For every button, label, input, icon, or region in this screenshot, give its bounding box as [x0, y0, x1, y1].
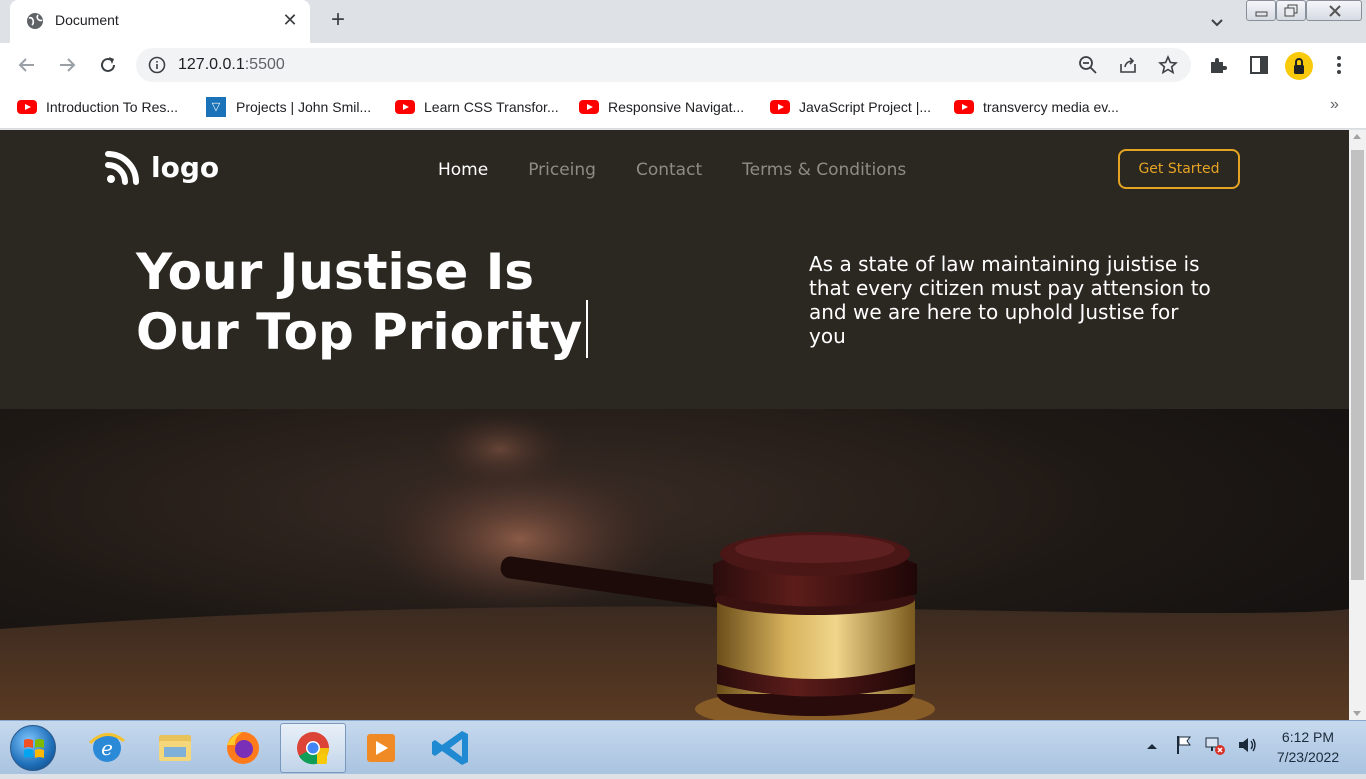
globe-icon [27, 13, 43, 29]
profile-avatar[interactable] [1285, 52, 1313, 80]
file-explorer-icon [159, 735, 191, 761]
vercel-icon: ▽ [206, 97, 226, 117]
nav-home[interactable]: Home [438, 160, 488, 180]
bookmark-label: Projects | John Smil... [236, 99, 372, 115]
bookmark-label: Responsive Navigat... [608, 99, 745, 115]
bookmark-item[interactable]: Responsive Navigat... [579, 97, 744, 117]
bookmark-label: Learn CSS Transfor... [424, 99, 559, 115]
nav-terms[interactable]: Terms & Conditions [742, 160, 906, 180]
close-tab-icon[interactable]: ✕ [280, 10, 300, 30]
bookmark-item[interactable]: Learn CSS Transfor... [395, 97, 559, 117]
taskbar-app[interactable] [348, 723, 414, 773]
hero-gavel-image [0, 409, 1349, 720]
reload-icon[interactable] [97, 54, 119, 76]
nav-pricing[interactable]: Priceing [528, 160, 596, 180]
text-caret [586, 300, 588, 358]
svg-text:e: e [101, 736, 113, 760]
network-icon[interactable] [1204, 734, 1226, 756]
back-arrow-icon[interactable] [16, 54, 38, 76]
vscode-icon [432, 731, 468, 765]
window-restore-button[interactable] [1276, 0, 1306, 21]
forward-arrow-icon[interactable] [56, 54, 78, 76]
bookmark-item[interactable]: transvercy media ev... [954, 97, 1119, 117]
browser-tab[interactable]: Document ✕ [10, 0, 310, 43]
clock-time: 6:12 PM [1281, 729, 1335, 745]
site-logo[interactable]: logo [105, 148, 219, 186]
firefox-icon [227, 732, 259, 764]
main-nav: Home Priceing Contact Terms & Conditions [438, 160, 946, 180]
zoom-icon[interactable] [1078, 55, 1098, 75]
logo-rss-icon [105, 151, 139, 185]
hero-title-line1: Your Justise Is [136, 243, 535, 301]
nav-contact[interactable]: Contact [636, 160, 702, 180]
hero-title: Your Justise Is Our Top Priority [136, 242, 656, 362]
logo-text: logo [151, 150, 220, 184]
youtube-icon [579, 100, 599, 114]
taskbar-app[interactable] [210, 723, 276, 773]
extensions-puzzle-icon[interactable] [1207, 54, 1229, 76]
scroll-thumb[interactable] [1351, 150, 1364, 580]
new-tab-button[interactable]: + [326, 8, 350, 33]
side-panel-icon[interactable] [1248, 54, 1270, 76]
taskbar-app-active[interactable] [280, 723, 346, 773]
bookmarks-overflow-button[interactable]: » [1330, 96, 1339, 114]
youtube-icon [954, 100, 974, 114]
site-header: logo Home Priceing Contact Terms & Condi… [0, 130, 1349, 410]
windows-logo-icon [24, 739, 44, 758]
tab-title: Document [55, 12, 119, 28]
tab-search-chevron-icon[interactable] [1207, 12, 1227, 32]
bookmark-star-icon[interactable] [1158, 55, 1178, 75]
profile-lock-icon [1294, 58, 1304, 74]
bookmark-item[interactable]: ▽ Projects | John Smil... [206, 97, 371, 117]
page-scrollbar[interactable] [1349, 130, 1366, 720]
clock-date: 7/23/2022 [1276, 749, 1340, 765]
browser-tab-strip: Document ✕ + [0, 0, 1366, 43]
bookmark-item[interactable]: Introduction To Res... [17, 97, 178, 117]
hero-description: As a state of law maintaining juistise i… [809, 252, 1211, 348]
youtube-icon [395, 100, 415, 114]
media-player-icon [367, 734, 395, 762]
bookmarks-bar: Introduction To Res... ▽ Projects | John … [0, 87, 1366, 129]
youtube-icon [17, 100, 37, 114]
bookmark-label: Introduction To Res... [46, 99, 179, 115]
site-info-icon[interactable] [148, 56, 166, 74]
show-hidden-icons-chevron-icon[interactable] [1146, 741, 1158, 751]
taskbar-app[interactable] [420, 723, 486, 773]
get-started-button[interactable]: Get Started [1118, 149, 1240, 189]
address-bar[interactable]: 127.0.0.1:5500 [136, 48, 1191, 82]
scroll-up-arrow-icon[interactable] [1353, 134, 1361, 139]
system-clock[interactable]: 6:12 PM 7/23/2022 [1268, 727, 1348, 767]
chrome-icon [297, 732, 330, 765]
url-host: 127.0.0.1 [178, 56, 245, 73]
window-close-button[interactable] [1306, 0, 1362, 21]
taskbar-app[interactable] [142, 723, 208, 773]
url-text: 127.0.0.1:5500 [178, 56, 285, 74]
internet-explorer-icon: e [88, 733, 125, 762]
kebab-menu-icon[interactable] [1328, 54, 1350, 76]
page-viewport: logo Home Priceing Contact Terms & Condi… [0, 130, 1349, 720]
bookmark-label: JavaScript Project |... [799, 99, 932, 115]
taskbar-app[interactable]: e [74, 723, 140, 773]
share-icon[interactable] [1118, 55, 1138, 75]
volume-icon[interactable] [1236, 734, 1258, 756]
window-minimize-button[interactable] [1246, 0, 1276, 21]
start-button[interactable] [10, 725, 56, 771]
gavel-photo [0, 409, 1349, 720]
bookmark-item[interactable]: JavaScript Project |... [770, 97, 931, 117]
bookmark-label: transvercy media ev... [983, 99, 1119, 115]
url-port: :5500 [244, 56, 285, 73]
action-center-flag-icon[interactable] [1174, 734, 1194, 756]
browser-toolbar: 127.0.0.1:5500 [0, 43, 1366, 87]
youtube-icon [770, 100, 790, 114]
scroll-down-arrow-icon[interactable] [1353, 711, 1361, 716]
windows-taskbar: e 6:12 PM 7/23/2022 [0, 720, 1366, 774]
hero-title-line2: Our Top Priority [136, 303, 583, 361]
